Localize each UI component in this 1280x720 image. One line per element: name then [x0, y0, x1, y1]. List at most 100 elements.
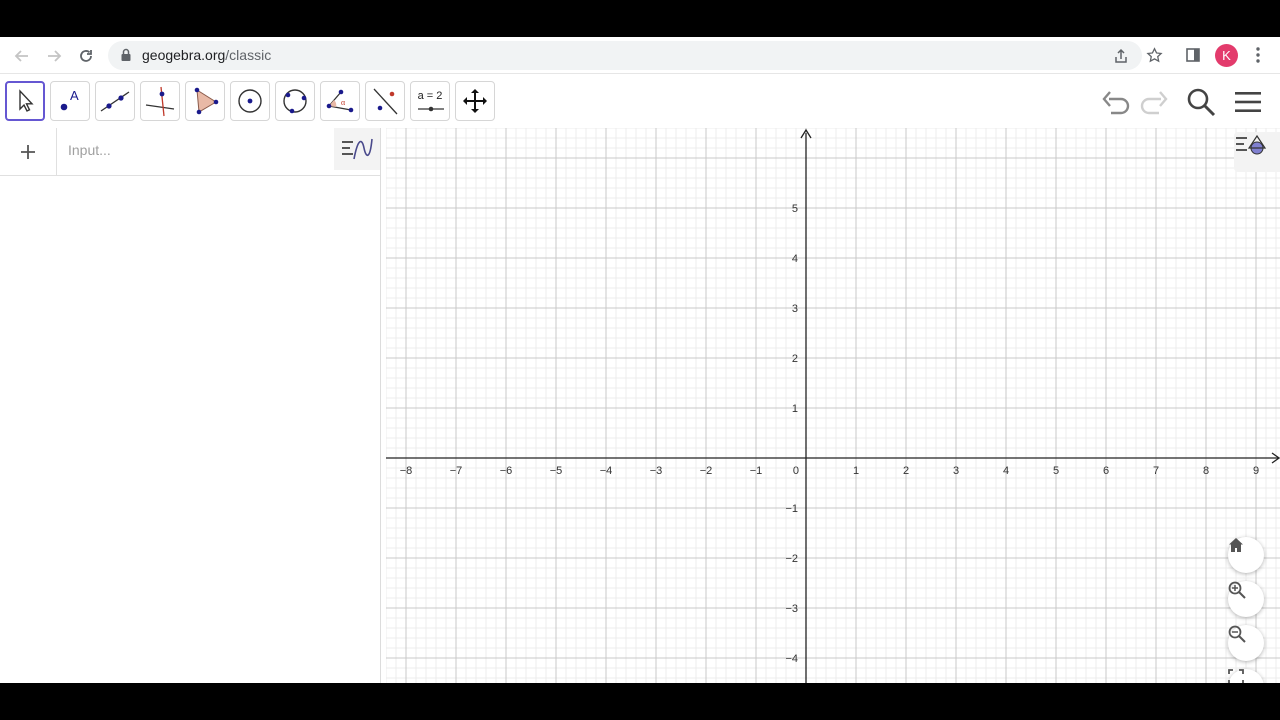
- x-tick-label: 9: [1253, 465, 1259, 477]
- cursor-arrow-icon: [19, 89, 34, 112]
- back-button[interactable]: [9, 43, 35, 69]
- y-tick-label: 1: [792, 403, 798, 415]
- move-graphics-tool-button[interactable]: [455, 81, 495, 121]
- zoom-in-button[interactable]: [1228, 581, 1264, 617]
- move-graphics-view-icon: [463, 89, 487, 113]
- polygon-tool-button[interactable]: [185, 81, 225, 121]
- reflect-tool-button[interactable]: [365, 81, 405, 121]
- y-tick-label: −1: [785, 503, 798, 515]
- screen-frame: geogebra.org/classic K A α a = 2 Input..…: [0, 0, 1280, 720]
- svg-text:α: α: [341, 98, 346, 107]
- share-icon: [1115, 48, 1127, 63]
- home-view-button[interactable]: [1228, 537, 1264, 573]
- svg-text:A: A: [70, 88, 79, 103]
- y-tick-label: 3: [792, 303, 798, 315]
- x-tick-label: −4: [600, 465, 613, 477]
- back-arrow-icon: [14, 50, 28, 62]
- x-tick-label: 1: [853, 465, 859, 477]
- x-tick-label: 7: [1153, 465, 1159, 477]
- x-tick-label: −5: [550, 465, 563, 477]
- y-tick-label: −3: [785, 603, 798, 615]
- graphics-view[interactable]: −8−7−6−5−4−3−2−1012345678954321−1−2−3−4−…: [386, 128, 1280, 683]
- circle-center-tool-button[interactable]: [230, 81, 270, 121]
- y-tick-label: 4: [792, 253, 798, 265]
- y-tick-label: 5: [792, 203, 798, 215]
- x-tick-label: 4: [1003, 465, 1009, 477]
- angle-icon: α: [326, 89, 354, 113]
- zoom-out-button[interactable]: [1228, 625, 1264, 661]
- algebra-input-field[interactable]: Input...: [68, 142, 111, 158]
- perpendicular-line-icon: [145, 86, 175, 117]
- side-panel-button[interactable]: [1182, 44, 1204, 66]
- circle-three-points-icon: [283, 89, 307, 114]
- reflect-about-line-icon: [373, 88, 398, 115]
- circle-center-icon: [238, 89, 262, 113]
- x-tick-label: −3: [650, 465, 663, 477]
- search-icon: [1187, 88, 1216, 117]
- plus-icon: [21, 145, 35, 159]
- slider-tool-button[interactable]: a = 2: [410, 81, 450, 121]
- browser-menu-button[interactable]: [1247, 44, 1269, 66]
- x-tick-label: 5: [1053, 465, 1059, 477]
- bookmark-button[interactable]: [1143, 44, 1165, 66]
- url-text: geogebra.org/classic: [142, 47, 271, 63]
- x-tick-label: −6: [500, 465, 513, 477]
- y-tick-label: 2: [792, 353, 798, 365]
- circle-three-points-tool-button[interactable]: [275, 81, 315, 121]
- undo-button[interactable]: [1100, 86, 1132, 118]
- angle-tool-button[interactable]: α: [320, 81, 360, 121]
- browser-toolbar: geogebra.org/classic K: [0, 37, 1280, 74]
- fullscreen-icon: [1228, 669, 1244, 683]
- x-tick-label: −8: [400, 465, 413, 477]
- redo-icon: [1140, 91, 1168, 115]
- x-tick-label: −1: [750, 465, 763, 477]
- lock-icon: [121, 48, 131, 61]
- share-button[interactable]: [1110, 45, 1132, 67]
- point-tool-button[interactable]: A: [50, 81, 90, 121]
- kebab-menu-icon: [1256, 47, 1260, 63]
- zoom-in-icon: [1228, 581, 1246, 599]
- polygon-icon: [194, 87, 219, 115]
- star-icon: [1145, 46, 1163, 62]
- x-tick-label: −7: [450, 465, 463, 477]
- graphics-style-bar-icon: [1236, 134, 1267, 155]
- y-tick-label: −4: [785, 653, 798, 665]
- hamburger-menu-icon: [1235, 92, 1261, 112]
- home-icon: [1229, 538, 1243, 552]
- algebra-style-bar-icon: [342, 138, 373, 160]
- add-item-button[interactable]: [0, 128, 57, 176]
- url-path: /classic: [225, 47, 272, 63]
- forward-arrow-icon: [48, 50, 62, 62]
- geogebra-toolbar: A α a = 2: [0, 74, 1280, 128]
- url-host: geogebra.org: [142, 47, 226, 63]
- profile-avatar[interactable]: K: [1215, 44, 1238, 67]
- coordinate-grid[interactable]: −8−7−6−5−4−3−2−1012345678954321−1−2−3−4−…: [386, 128, 1280, 683]
- algebra-view: Input...: [0, 128, 381, 683]
- perpendicular-line-tool-button[interactable]: [140, 81, 180, 121]
- slider-icon: [418, 106, 444, 112]
- move-tool-button[interactable]: [5, 81, 45, 121]
- x-tick-label: 6: [1103, 465, 1109, 477]
- zoom-out-icon: [1228, 625, 1246, 643]
- line-tool-button[interactable]: [95, 81, 135, 121]
- graphics-style-bar-toggle[interactable]: [1234, 132, 1280, 172]
- redo-button[interactable]: [1138, 86, 1170, 118]
- line-icon: [100, 91, 130, 112]
- x-tick-label: 8: [1203, 465, 1209, 477]
- reload-button[interactable]: [73, 43, 99, 69]
- x-tick-label: 2: [903, 465, 909, 477]
- address-bar[interactable]: geogebra.org/classic: [108, 41, 1142, 70]
- side-panel-icon: [1186, 48, 1200, 62]
- algebra-input-row: Input...: [0, 128, 380, 176]
- slider-tool-label: a = 2: [417, 90, 443, 102]
- search-button[interactable]: [1185, 86, 1217, 118]
- x-tick-label: −2: [700, 465, 713, 477]
- y-tick-label: −2: [785, 553, 798, 565]
- main-menu-button[interactable]: [1232, 86, 1264, 118]
- undo-icon: [1102, 91, 1130, 115]
- forward-button[interactable]: [41, 43, 67, 69]
- algebra-style-bar-toggle[interactable]: [334, 128, 380, 170]
- x-tick-label: 3: [953, 465, 959, 477]
- browser-window: geogebra.org/classic K A α a = 2 Input..…: [0, 37, 1280, 683]
- reload-icon: [80, 50, 92, 62]
